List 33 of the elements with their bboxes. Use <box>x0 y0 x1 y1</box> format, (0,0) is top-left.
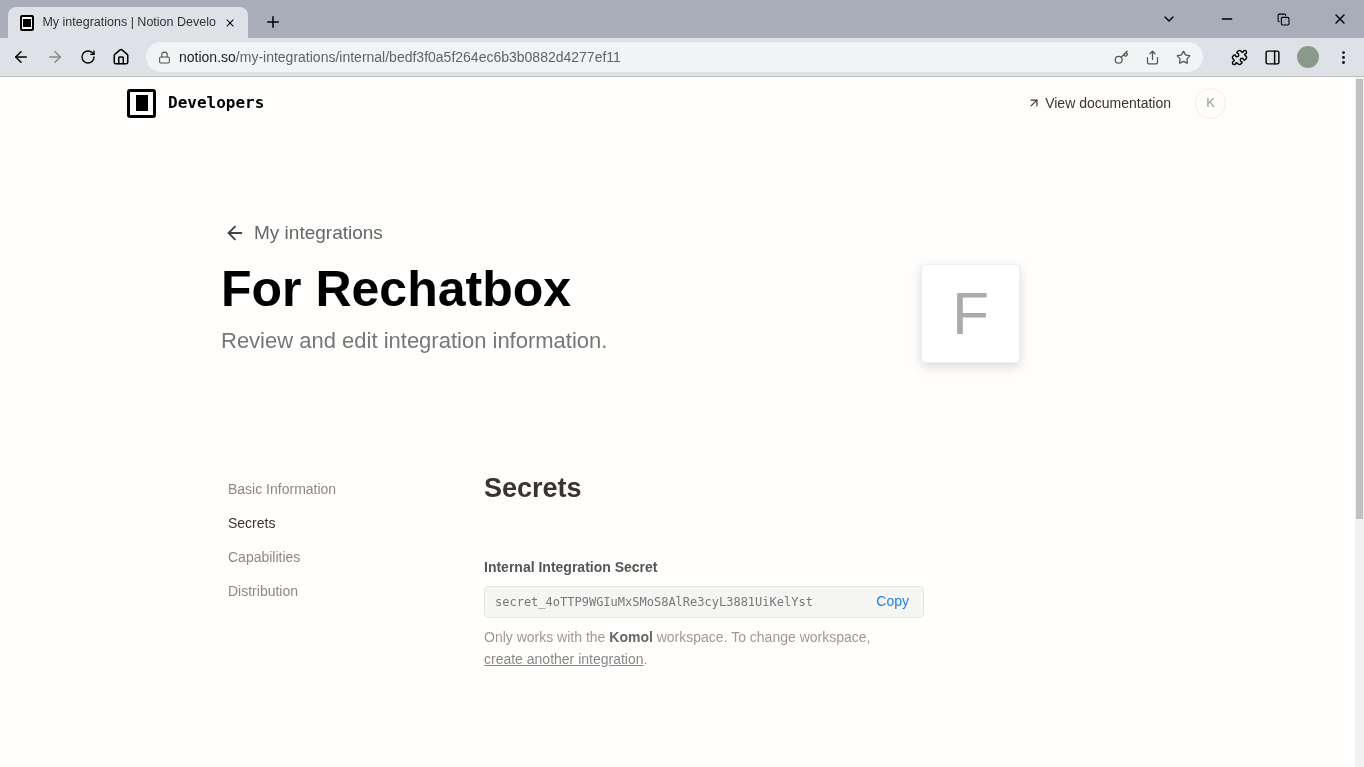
reload-icon[interactable] <box>80 49 96 65</box>
key-icon[interactable] <box>1114 49 1129 65</box>
section-heading: Secrets <box>484 472 583 505</box>
back-icon[interactable] <box>12 48 30 66</box>
new-tab-icon[interactable] <box>264 13 282 31</box>
url-text: notion.so/my-integrations/internal/bedf3f0a5f264ec6b3b0882d4277ef11 <box>179 47 621 67</box>
scrollbar[interactable] <box>1355 77 1364 767</box>
share-icon[interactable] <box>1145 49 1160 65</box>
copy-button[interactable]: Copy <box>876 591 909 612</box>
browser-tab[interactable]: My integrations | Notion Develo <box>8 7 248 38</box>
create-integration-link[interactable]: create another integration <box>484 650 644 667</box>
workspace-note: Only works with the Komol workspace. To change workspace, create another integration. <box>484 627 872 669</box>
brand-name: Developers <box>168 92 265 114</box>
forward-icon[interactable] <box>46 48 64 66</box>
field-label: Internal Integration Secret <box>484 557 659 577</box>
star-icon[interactable] <box>1176 49 1191 65</box>
home-icon[interactable] <box>112 48 130 66</box>
sidebar-item[interactable]: Capabilities <box>228 547 484 568</box>
view-documentation-link[interactable]: View documentation <box>1027 92 1171 114</box>
extensions-icon[interactable] <box>1231 48 1248 66</box>
tab-title: My integrations | Notion Develo <box>42 14 216 32</box>
sidebar-item[interactable]: Secrets <box>228 513 484 534</box>
page-title: For Rechatbox <box>221 259 573 319</box>
integration-icon: F <box>921 264 1020 363</box>
lock-icon <box>158 50 171 64</box>
restore-icon[interactable] <box>1277 12 1290 26</box>
address-bar[interactable]: notion.so/my-integrations/internal/bedf3f0a5f264ec6b3b0882d4277ef11 <box>146 42 1203 72</box>
page-subtitle: Review and edit integration information. <box>221 327 609 355</box>
back-link[interactable]: My integrations <box>224 219 921 248</box>
secret-value: secret_4oTTP9WGIuMxSMoS8AlRe3cyL3881UiKelYst <box>495 593 813 611</box>
side-panel-icon[interactable] <box>1264 48 1281 66</box>
sidebar-item[interactable]: Distribution <box>228 581 484 602</box>
sidebar-item[interactable]: Basic Information <box>228 479 484 500</box>
